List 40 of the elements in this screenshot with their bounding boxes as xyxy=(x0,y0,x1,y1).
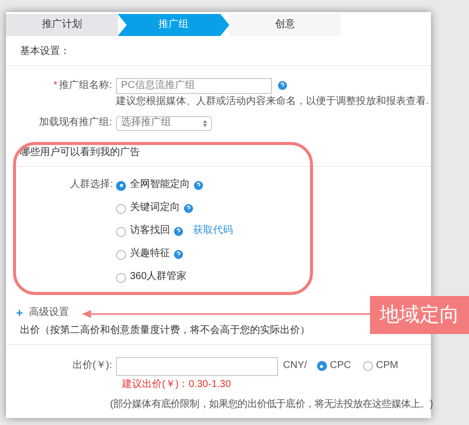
hint-text: 建议您根据媒体、人群或活动内容来命名，以便于调整投放和报表查看. xyxy=(116,96,429,108)
group-select[interactable]: 选择推广组 xyxy=(116,116,212,131)
radio-button[interactable] xyxy=(363,361,374,371)
option-label: CPM xyxy=(376,360,398,372)
suggested-bid-text: 建议出价(￥)：0.30-1.30 xyxy=(121,378,232,391)
note-text: (部分媒体有底价限制，如果您的出价低于底价，将无法投放在这些媒体上。) xyxy=(110,399,433,412)
option-label: 全网智能定向 xyxy=(130,179,190,192)
option-label: 兴趣特征 xyxy=(130,248,170,261)
help-icon[interactable] xyxy=(174,227,183,236)
help-icon[interactable] xyxy=(184,204,193,213)
radio-button[interactable] xyxy=(116,204,126,214)
field-label: 人群选择: xyxy=(69,178,114,192)
name-input[interactable]: PC信息流推广组 xyxy=(116,78,272,94)
field-label: 加载现有推广组: xyxy=(38,117,113,130)
step-tab[interactable]: 推广组 xyxy=(118,14,230,36)
step-tab[interactable]: 推广计划 xyxy=(6,14,118,36)
section-title: 基本设置： xyxy=(6,36,431,66)
option-label: 关键词定向 xyxy=(130,202,180,215)
updown-icon xyxy=(203,120,207,127)
plus-icon[interactable]: + xyxy=(16,306,24,319)
option-label: CPC xyxy=(330,360,352,372)
radio-button[interactable] xyxy=(116,226,126,236)
radio-button[interactable] xyxy=(116,180,126,190)
radio-button[interactable] xyxy=(316,361,327,371)
required-mark: * xyxy=(53,80,58,92)
bid-input[interactable] xyxy=(116,356,278,376)
help-icon[interactable] xyxy=(194,181,203,190)
radio-button[interactable] xyxy=(116,250,126,260)
option-label: 访客找回 xyxy=(130,225,170,238)
field-label: 出价(￥): xyxy=(72,360,113,372)
get-code-link[interactable]: 获取代码 xyxy=(193,225,233,238)
radio-button[interactable] xyxy=(116,272,126,282)
option-label: 360人群管家 xyxy=(130,271,187,284)
select-value: 选择推广组 xyxy=(121,117,171,130)
help-icon[interactable] xyxy=(174,250,183,259)
field-label: 推广组名称: xyxy=(59,80,112,92)
advanced-settings-link[interactable]: 高级设置 xyxy=(29,306,70,319)
help-icon[interactable] xyxy=(278,81,287,90)
unit-label: CNY/ xyxy=(283,360,307,372)
step-tab[interactable]: 创意 xyxy=(229,14,342,36)
